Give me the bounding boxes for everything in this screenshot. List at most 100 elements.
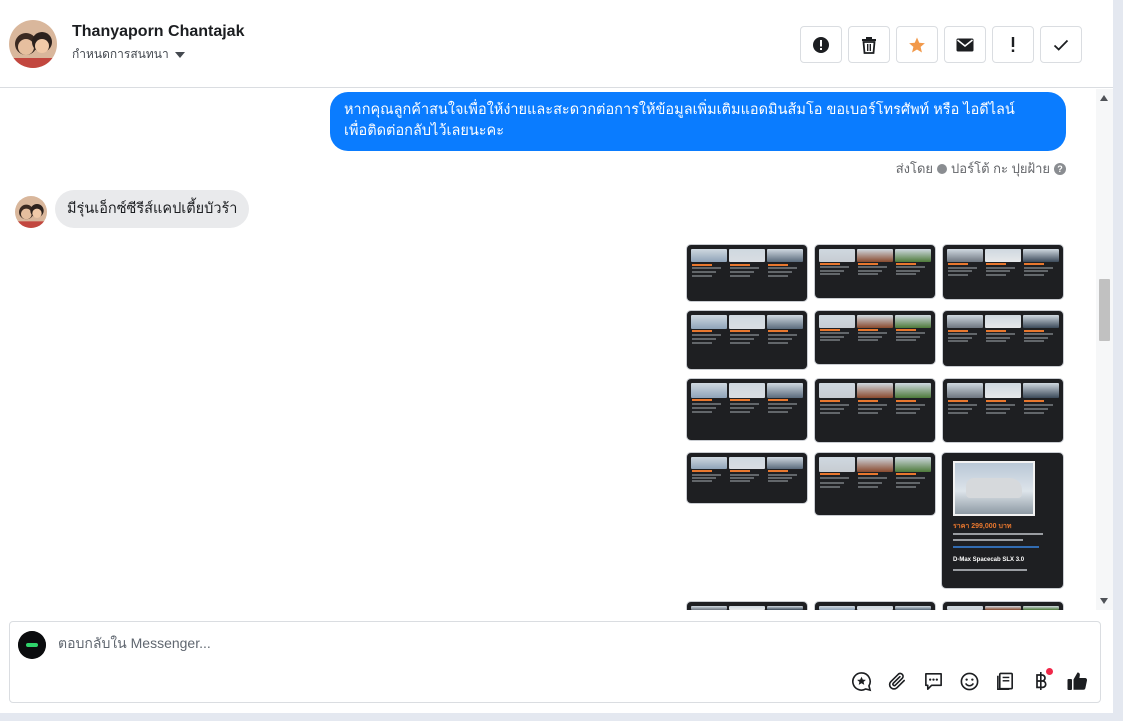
text-line bbox=[858, 335, 883, 338]
saved-reply-icon[interactable] bbox=[849, 669, 873, 693]
listing-preview bbox=[819, 457, 855, 494]
price-line bbox=[692, 330, 712, 333]
text-line bbox=[692, 274, 713, 277]
price-line bbox=[896, 262, 916, 265]
text-line bbox=[692, 480, 713, 483]
help-icon[interactable]: ? bbox=[1054, 162, 1066, 175]
assign-conversation-dropdown[interactable]: กำหนดการสนทนา bbox=[72, 45, 185, 64]
card-text-line bbox=[953, 539, 1023, 541]
shared-image-thumbnail[interactable] bbox=[686, 244, 808, 302]
thread-scrollbar[interactable] bbox=[1096, 89, 1113, 610]
delete-button[interactable] bbox=[848, 26, 890, 63]
follow-up-button[interactable] bbox=[992, 26, 1034, 63]
card-text-line bbox=[953, 569, 1027, 571]
shared-image-thumbnail[interactable] bbox=[814, 601, 936, 610]
shared-image-thumbnail[interactable] bbox=[686, 452, 808, 504]
contact-avatar[interactable] bbox=[9, 20, 57, 68]
checkmark-icon bbox=[1053, 39, 1069, 51]
star-button[interactable] bbox=[896, 26, 938, 63]
price-line bbox=[820, 328, 840, 331]
reply-input[interactable] bbox=[58, 635, 658, 651]
text-line bbox=[948, 336, 973, 339]
car-photo bbox=[1023, 315, 1059, 329]
message-thread[interactable]: หากคุณลูกค้าสนใจเพื่อให้ง่ายและสะดวกต่อก… bbox=[0, 89, 1113, 610]
shared-image-thumbnail[interactable] bbox=[814, 378, 936, 443]
shared-image-thumbnail[interactable] bbox=[942, 378, 1064, 443]
text-line bbox=[896, 332, 925, 335]
contact-name[interactable]: Thanyaporn Chantajak bbox=[72, 23, 244, 41]
text-line bbox=[692, 271, 717, 274]
envelope-icon bbox=[956, 38, 974, 51]
text-line bbox=[820, 335, 845, 338]
shared-image-thumbnail[interactable] bbox=[814, 310, 936, 365]
listing-preview bbox=[729, 249, 765, 283]
mark-unread-button[interactable] bbox=[944, 26, 986, 63]
mark-done-button[interactable] bbox=[1040, 26, 1082, 63]
shared-image-thumbnail[interactable] bbox=[942, 244, 1064, 300]
car-photo bbox=[857, 606, 893, 610]
listing-preview bbox=[857, 249, 893, 281]
listing-preview bbox=[857, 457, 893, 494]
text-line bbox=[820, 403, 849, 406]
text-line bbox=[858, 407, 883, 410]
text-line bbox=[986, 407, 1011, 410]
shared-image-thumbnail[interactable] bbox=[942, 601, 1064, 610]
text-line bbox=[896, 339, 917, 342]
text-line bbox=[768, 341, 789, 344]
text-line bbox=[1024, 403, 1053, 406]
text-line bbox=[896, 412, 917, 415]
shared-image-thumbnail[interactable] bbox=[814, 452, 936, 516]
text-line bbox=[986, 412, 1007, 415]
car-photo bbox=[1023, 606, 1059, 610]
chat-bubble-icon[interactable] bbox=[921, 669, 945, 693]
price-line bbox=[730, 263, 750, 266]
price-line bbox=[1024, 263, 1044, 266]
conversation-header: Thanyaporn Chantajak กำหนดการสนทนา bbox=[0, 0, 1113, 88]
listing-preview bbox=[895, 457, 931, 494]
page-avatar bbox=[18, 631, 46, 659]
car-photo bbox=[729, 249, 765, 263]
attachment-icon[interactable] bbox=[885, 669, 909, 693]
listing-preview bbox=[947, 606, 983, 610]
baht-icon[interactable] bbox=[1029, 668, 1053, 693]
shared-image-thumbnail[interactable] bbox=[686, 310, 808, 370]
car-photo bbox=[767, 606, 803, 610]
listing-preview bbox=[767, 606, 803, 610]
shared-image-thumbnail[interactable] bbox=[686, 601, 808, 610]
exclamation-icon bbox=[1011, 36, 1015, 52]
text-line bbox=[692, 403, 721, 406]
incoming-message[interactable]: มีรุ่นเอ็กซ์ซีรีส์แคปเตี้ยบัวร้า bbox=[55, 190, 250, 228]
featured-car-image[interactable]: ราคา 299,000 บาท D-Max Spacecab SLX 3.0 bbox=[941, 452, 1064, 589]
text-line bbox=[858, 332, 887, 335]
text-line bbox=[858, 266, 887, 269]
shared-image-thumbnail[interactable] bbox=[942, 310, 1064, 367]
alert-circle-icon bbox=[813, 36, 829, 53]
card-price: ราคา 299,000 บาท bbox=[953, 523, 1012, 530]
text-line bbox=[986, 340, 1007, 343]
text-line bbox=[1024, 407, 1049, 410]
scroll-up-arrow-icon[interactable] bbox=[1100, 95, 1108, 101]
thumbs-up-icon[interactable] bbox=[1065, 669, 1089, 693]
scrollbar-thumb[interactable] bbox=[1099, 279, 1110, 341]
reply-composer bbox=[9, 621, 1101, 703]
listing-preview bbox=[1023, 606, 1059, 610]
listing-preview bbox=[895, 315, 931, 347]
listing-preview bbox=[947, 249, 983, 281]
book-icon[interactable] bbox=[993, 669, 1017, 693]
text-line bbox=[858, 481, 883, 484]
price-line bbox=[692, 470, 712, 473]
car-photo bbox=[895, 249, 931, 262]
text-line bbox=[768, 476, 793, 479]
shared-image-thumbnail[interactable] bbox=[814, 244, 936, 299]
text-line bbox=[986, 273, 1007, 276]
text-line bbox=[730, 411, 751, 414]
text-line bbox=[948, 333, 977, 336]
shared-image-thumbnail[interactable] bbox=[686, 378, 808, 441]
listing-preview bbox=[691, 383, 727, 420]
price-line bbox=[730, 470, 750, 473]
scroll-down-arrow-icon[interactable] bbox=[1100, 598, 1108, 604]
outgoing-message[interactable]: หากคุณลูกค้าสนใจเพื่อให้ง่ายและสะดวกต่อก… bbox=[330, 92, 1066, 151]
report-spam-button[interactable] bbox=[800, 26, 842, 63]
contact-avatar-small[interactable] bbox=[15, 196, 47, 228]
emoji-icon[interactable] bbox=[957, 669, 981, 693]
